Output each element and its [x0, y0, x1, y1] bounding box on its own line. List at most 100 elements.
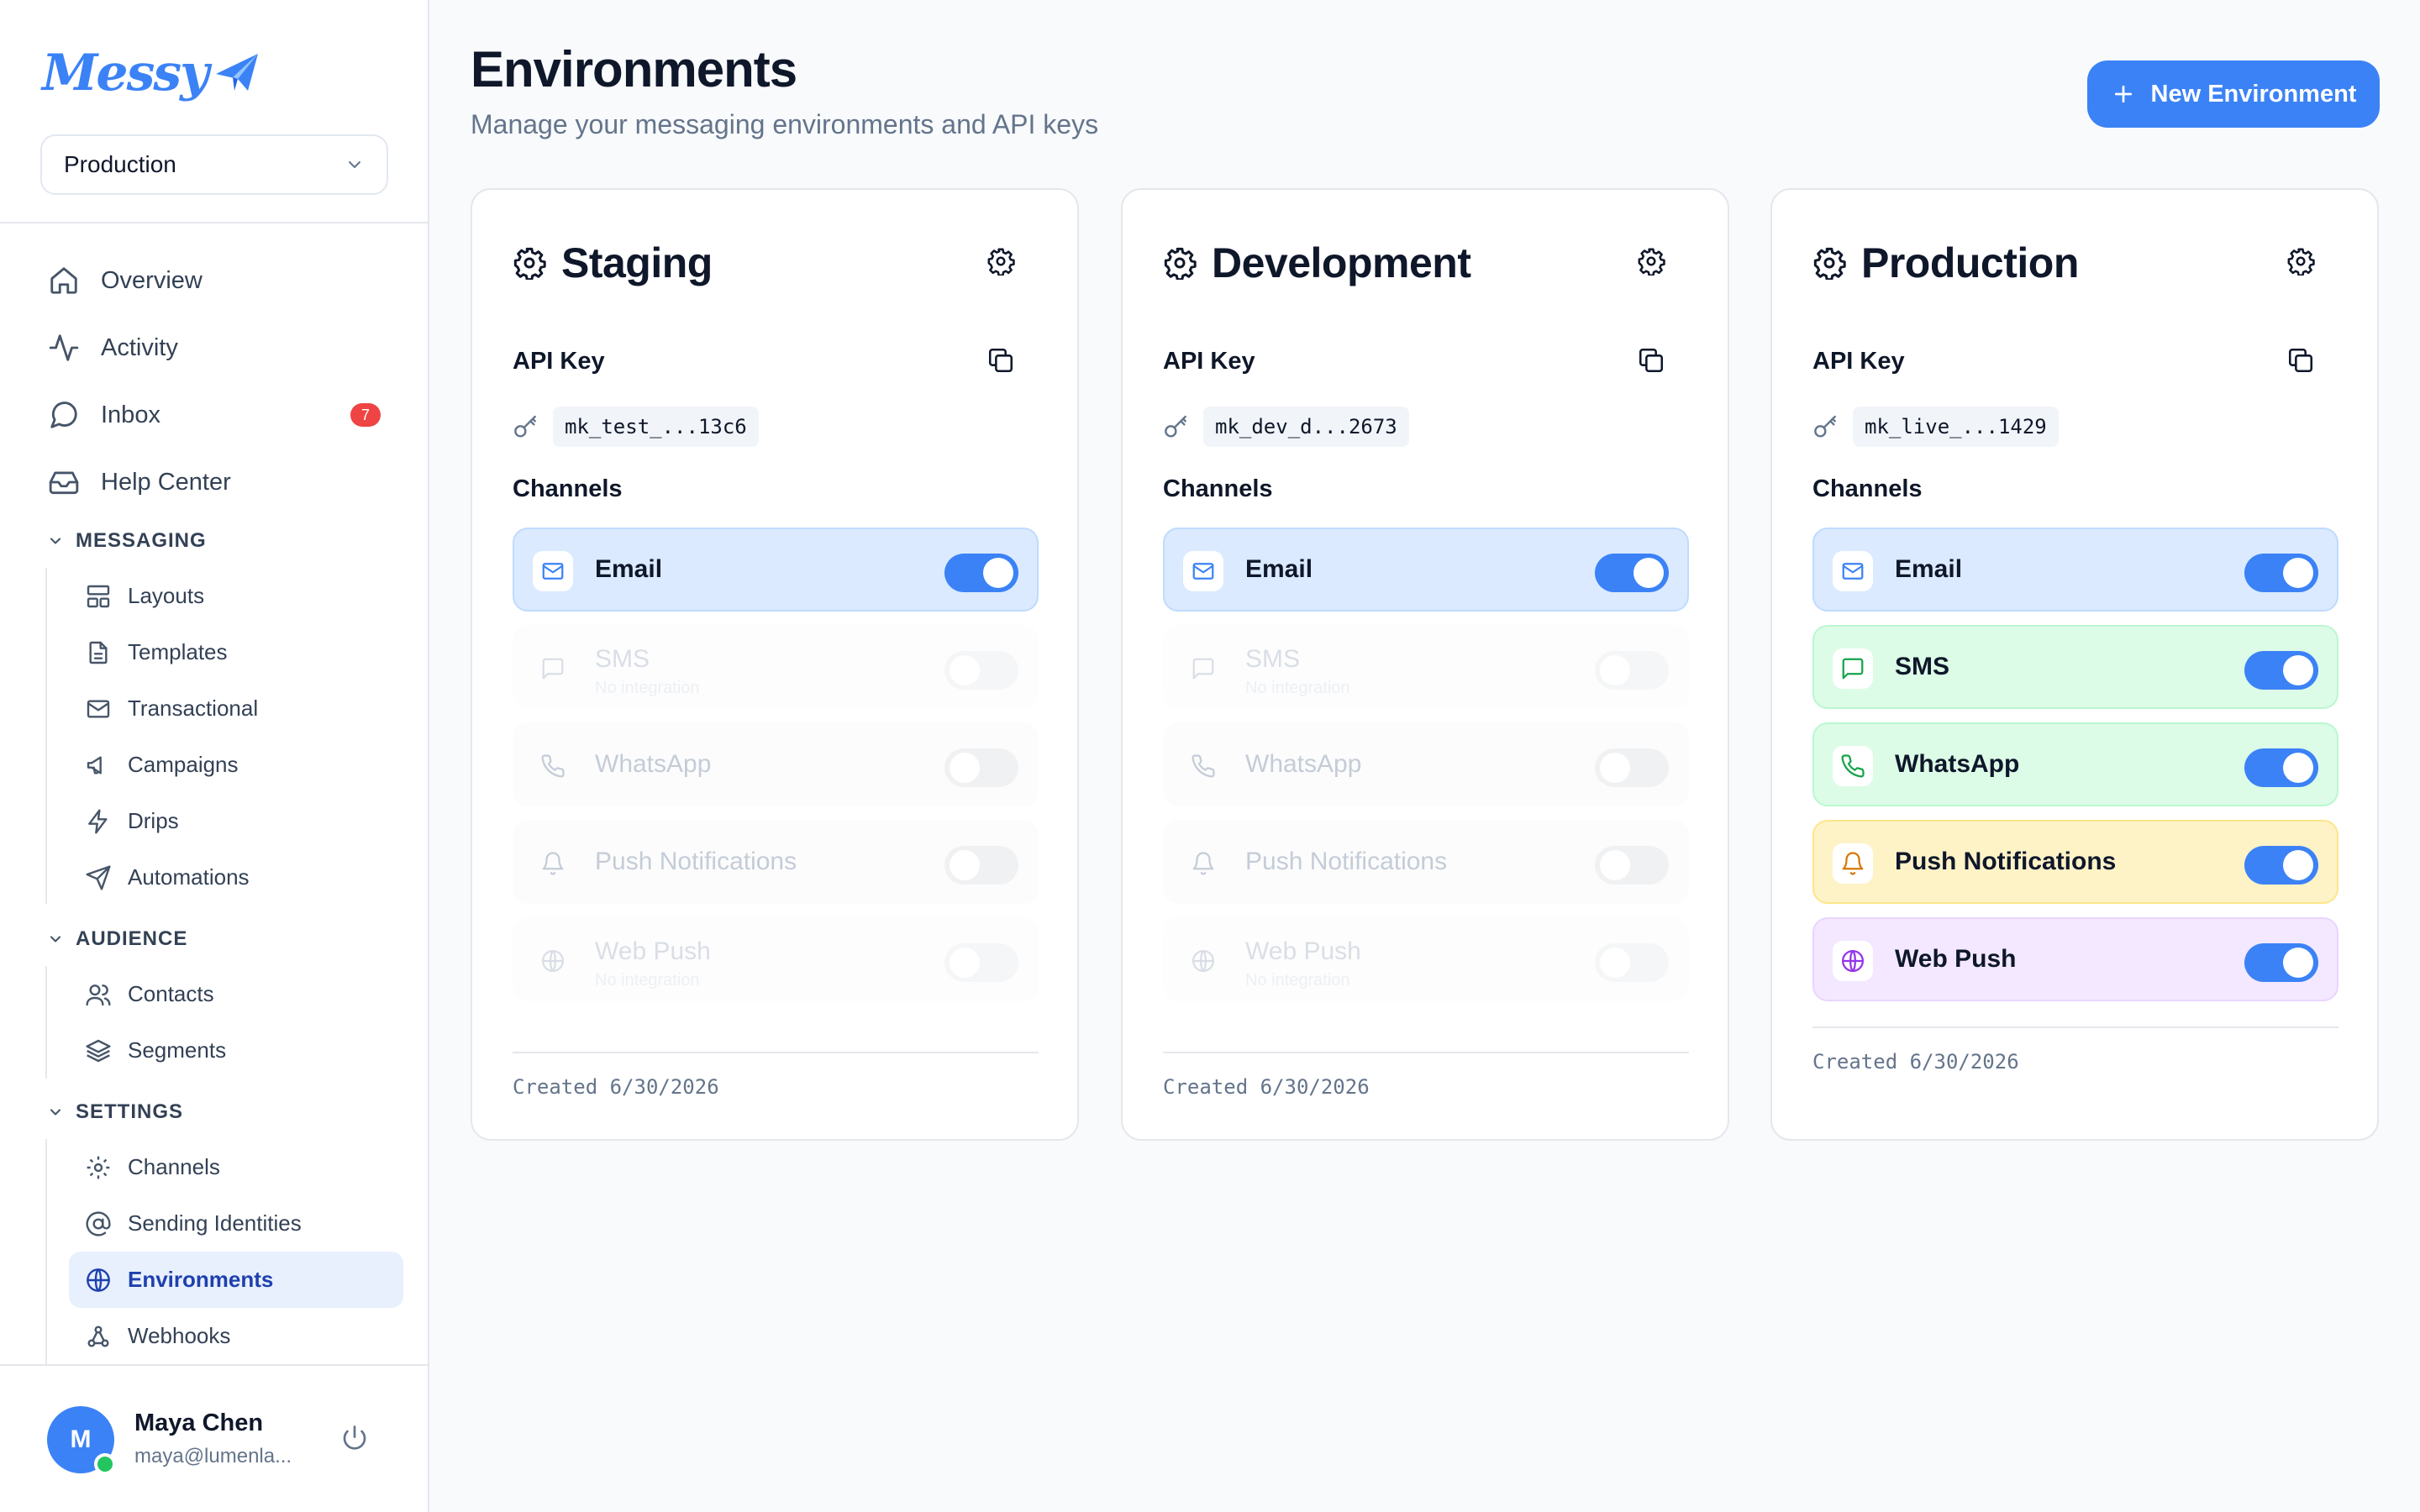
channel-name: WhatsApp [1895, 750, 2020, 778]
api-key-label: API Key [1812, 348, 1905, 375]
sidebar-item-drips[interactable]: Drips [69, 793, 403, 849]
channel-toggle[interactable] [944, 748, 1018, 787]
channel-toggle[interactable] [2244, 748, 2318, 787]
channel-row-whatsapp[interactable]: WhatsApp [1812, 722, 2338, 806]
sidebar-item-transactional[interactable]: Transactional [69, 680, 403, 737]
channel-row-email[interactable]: Email [513, 528, 1039, 612]
user-profile: M Maya Chen maya@lumenla... [0, 1364, 428, 1512]
channel-toggle[interactable] [1595, 748, 1669, 787]
sidebar-item-label: Webhooks [128, 1323, 231, 1348]
sidebar-item-contacts[interactable]: Contacts [69, 966, 403, 1022]
channel-row-whatsapp[interactable]: WhatsApp [1163, 722, 1689, 806]
logout-power-icon[interactable] [339, 1423, 370, 1453]
channel-name: Email [595, 555, 663, 583]
channel-toggle [1595, 651, 1669, 690]
section-toggle-messaging[interactable]: MESSAGING [47, 529, 207, 553]
key-icon [513, 413, 539, 440]
channel-toggle[interactable] [2244, 554, 2318, 592]
api-key-value[interactable]: mk_test_...13c6 [553, 407, 759, 447]
api-key-row: mk_live_...1429 [1812, 407, 2059, 447]
api-key-label: API Key [1163, 348, 1255, 375]
audience-list: Contacts Segments [45, 966, 402, 1079]
environment-select[interactable]: Production [40, 134, 388, 195]
environment-name: Staging [561, 239, 713, 286]
channel-name: SMS [1245, 645, 1301, 673]
section-toggle-audience[interactable]: AUDIENCE [47, 927, 187, 951]
api-key-label: API Key [513, 348, 605, 375]
inbox-tray-icon [47, 465, 81, 499]
megaphone-icon [84, 751, 113, 780]
sidebar-item-campaigns[interactable]: Campaigns [69, 737, 403, 793]
copy-api-key-button[interactable] [1637, 346, 1669, 378]
environment-select-value: Production [64, 151, 176, 177]
sidebar-item-inbox[interactable]: Inbox 7 [0, 381, 428, 449]
sidebar-item-webhooks[interactable]: Webhooks [69, 1308, 403, 1364]
sidebar-item-sending-identities[interactable]: Sending Identities [69, 1195, 403, 1252]
sidebar-item-overview[interactable]: Overview [0, 247, 428, 314]
card-divider [1812, 1026, 2338, 1028]
new-environment-button[interactable]: New Environment [2087, 60, 2380, 128]
api-key-value[interactable]: mk_dev_d...2673 [1203, 407, 1409, 447]
api-key-row: mk_dev_d...2673 [1163, 407, 1409, 447]
channel-toggle[interactable] [2244, 943, 2318, 982]
environment-name: Production [1861, 239, 2079, 286]
sidebar-item-label: Segments [128, 1037, 227, 1063]
copy-api-key-button[interactable] [2286, 346, 2318, 378]
sidebar-item-segments[interactable]: Segments [69, 1022, 403, 1079]
sidebar-item-label: Sending Identities [128, 1210, 302, 1236]
card-header: Staging [513, 239, 713, 287]
channel-toggle[interactable] [2244, 651, 2318, 690]
environment-settings-button[interactable] [986, 247, 1018, 279]
section-title: SETTINGS [76, 1100, 184, 1123]
api-key-row: mk_test_...13c6 [513, 407, 759, 447]
chevron-down-icon [47, 533, 64, 549]
channel-toggle[interactable] [1595, 846, 1669, 885]
globe-icon [84, 1266, 113, 1294]
sidebar-item-layouts[interactable]: Layouts [69, 568, 403, 624]
channel-row-web-push[interactable]: Web Push [1812, 917, 2338, 1001]
channel-row-whatsapp[interactable]: WhatsApp [513, 722, 1039, 806]
channel-row-push[interactable]: Push Notifications [513, 820, 1039, 904]
channel-toggle[interactable] [944, 554, 1018, 592]
sidebar-item-environments[interactable]: Environments [69, 1252, 403, 1308]
sidebar-item-label: Templates [128, 639, 228, 664]
channels-label: Channels [513, 475, 623, 502]
chevron-down-icon [345, 155, 365, 175]
channel-name: Push Notifications [1245, 848, 1448, 875]
channel-toggle[interactable] [1595, 554, 1669, 592]
channel-toggle [944, 943, 1018, 982]
sidebar-item-activity[interactable]: Activity [0, 314, 428, 381]
key-icon [1163, 413, 1190, 440]
sidebar-item-help-center[interactable]: Help Center [0, 449, 428, 516]
channel-name: SMS [595, 645, 650, 673]
paper-plane-icon [214, 52, 260, 94]
channel-toggle[interactable] [944, 846, 1018, 885]
channel-toggle[interactable] [2244, 846, 2318, 885]
section-toggle-settings[interactable]: SETTINGS [47, 1100, 183, 1124]
sidebar-item-channels[interactable]: Channels [69, 1139, 403, 1195]
globe-icon [533, 941, 573, 981]
zap-icon [84, 807, 113, 836]
sidebar-item-templates[interactable]: Templates [69, 624, 403, 680]
channel-row-email[interactable]: Email [1812, 528, 2338, 612]
sidebar-item-label: Inbox [101, 401, 160, 428]
sidebar-item-label: Overview [101, 266, 203, 294]
online-status-dot [94, 1453, 116, 1475]
gear-icon [513, 246, 546, 280]
channel-row-email[interactable]: Email [1163, 528, 1689, 612]
chat-icon [1833, 648, 1873, 689]
sidebar-item-automations[interactable]: Automations [69, 849, 403, 906]
app-logo[interactable]: Messy [42, 44, 260, 102]
sidebar-item-label: Transactional [128, 696, 259, 721]
environment-settings-button[interactable] [2286, 247, 2318, 279]
gear-icon [84, 1153, 113, 1182]
channel-name: Email [1895, 555, 1963, 583]
channel-row-sms[interactable]: SMS [1812, 625, 2338, 709]
channel-note: No integration [595, 971, 700, 990]
channel-row-push[interactable]: Push Notifications [1812, 820, 2338, 904]
copy-api-key-button[interactable] [986, 346, 1018, 378]
channel-row-push[interactable]: Push Notifications [1163, 820, 1689, 904]
api-key-value[interactable]: mk_live_...1429 [1853, 407, 2059, 447]
environment-settings-button[interactable] [1637, 247, 1669, 279]
chevron-down-icon [47, 1104, 64, 1121]
